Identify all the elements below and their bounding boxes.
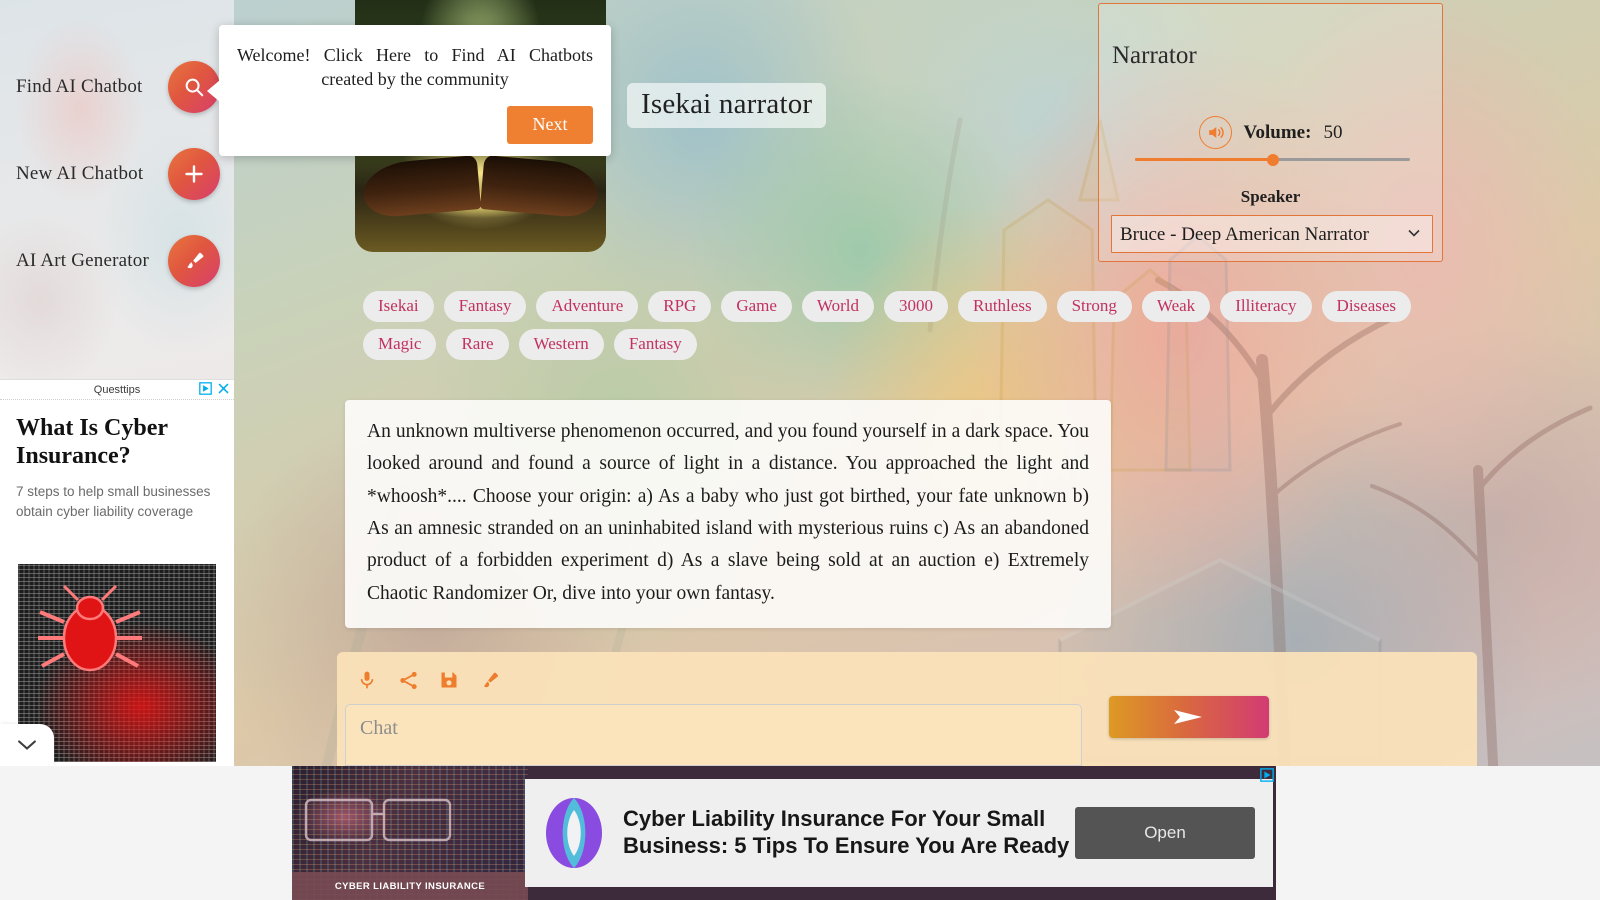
bottom-ad-strip: CYBER LIABILITY INSURANCE Cyber Liabilit…: [0, 766, 1600, 900]
volume-row: Volume: 50: [1099, 116, 1442, 149]
bottom-ad-image-caption: CYBER LIABILITY INSURANCE: [292, 872, 528, 900]
tag[interactable]: Game: [721, 291, 792, 322]
close-icon[interactable]: [217, 382, 230, 400]
sidebar-advertisement[interactable]: Questtips What Is Cyber Insurance? 7 ste…: [0, 379, 234, 766]
volume-slider[interactable]: [1135, 154, 1410, 166]
sidebar-item-label: New AI Chatbot: [16, 163, 144, 184]
tag[interactable]: Illiteracy: [1220, 291, 1312, 322]
sidebar-ad-brand: Questtips: [93, 383, 141, 396]
sidebar-item-ai-art-generator[interactable]: AI Art Generator: [0, 230, 234, 292]
tag[interactable]: Strong: [1056, 291, 1132, 322]
chevron-down-icon: [18, 740, 36, 750]
bottom-ad-card: Cyber Liability Insurance For Your Small…: [525, 779, 1273, 887]
tooltip-next-button[interactable]: Next: [507, 105, 593, 144]
paintbrush-icon[interactable]: [168, 235, 220, 287]
sidebar-item-new-ai-chatbot[interactable]: New AI Chatbot: [0, 143, 234, 205]
bottom-ad-image: CYBER LIABILITY INSURANCE: [292, 766, 528, 900]
slider-fill: [1135, 158, 1273, 161]
send-button[interactable]: [1109, 696, 1269, 738]
sidebar-item-label: AI Art Generator: [16, 250, 149, 271]
welcome-tooltip: Welcome! Click Here to Find AI Chatbots …: [207, 25, 611, 156]
microphone-icon[interactable]: [355, 668, 379, 692]
speaker-select[interactable]: Bruce - Deep American Narrator: [1111, 215, 1433, 253]
paintbrush-icon[interactable]: [478, 668, 502, 692]
book-page-right: [479, 155, 601, 219]
tooltip-text: Welcome! Click Here to Find AI Chatbots …: [237, 45, 593, 90]
slider-thumb[interactable]: [1266, 154, 1279, 166]
volume-label: Volume:: [1243, 121, 1312, 143]
sidebar-ad-header: Questtips: [0, 380, 234, 400]
advertiser-logo: [543, 796, 605, 870]
speaker-volume-icon[interactable]: [1198, 116, 1232, 149]
tag[interactable]: Western: [518, 329, 604, 360]
bottom-advertisement[interactable]: CYBER LIABILITY INSURANCE Cyber Liabilit…: [292, 766, 1276, 900]
sidebar-ad-title: What Is Cyber Insurance?: [16, 415, 168, 470]
character-tag-list: Isekai Fantasy Adventure RPG Game World …: [363, 291, 1418, 360]
tag[interactable]: Ruthless: [958, 291, 1047, 322]
narrator-panel: Narrator Volume: 50 Speaker Bruce - Deep…: [1098, 3, 1443, 262]
save-icon[interactable]: [437, 668, 461, 692]
sidebar-ad-collapse-button[interactable]: [0, 724, 54, 766]
tag[interactable]: Fantasy: [443, 291, 527, 322]
share-icon[interactable]: [396, 668, 420, 692]
composer-toolbar: [337, 652, 1477, 692]
tag[interactable]: Magic: [363, 329, 437, 360]
tag[interactable]: Isekai: [363, 291, 434, 322]
story-message-panel: An unknown multiverse phenomenon occurre…: [345, 400, 1111, 629]
narrator-title: Narrator: [1112, 42, 1197, 69]
tag[interactable]: Weak: [1141, 291, 1211, 322]
tag[interactable]: RPG: [648, 291, 712, 322]
tag[interactable]: Rare: [446, 329, 509, 360]
tag[interactable]: Adventure: [536, 291, 639, 322]
bottom-ad-open-button[interactable]: Open: [1075, 807, 1255, 859]
adchoices-icon[interactable]: [199, 382, 212, 400]
volume-value: 50: [1323, 121, 1343, 143]
tag[interactable]: Diseases: [1321, 291, 1412, 322]
tag[interactable]: Fantasy: [613, 329, 697, 360]
tag[interactable]: 3000: [884, 291, 948, 322]
book-page-left: [360, 155, 482, 219]
tag[interactable]: World: [801, 291, 874, 322]
chat-composer: [337, 652, 1477, 766]
speaker-label: Speaker: [1240, 187, 1301, 206]
send-icon: [1174, 710, 1202, 724]
story-message-text: An unknown multiverse phenomenon occurre…: [367, 421, 1089, 604]
sidebar-item-label: Find AI Chatbot: [16, 76, 143, 97]
plus-icon[interactable]: [168, 148, 220, 200]
page-title: Isekai narrator: [627, 83, 827, 128]
sidebar-item-find-ai-chatbot[interactable]: Find AI Chatbot: [0, 56, 234, 118]
tooltip-arrow: [207, 80, 220, 102]
chat-input[interactable]: [345, 704, 1082, 766]
bottom-ad-headline: Cyber Liability Insurance For Your Small…: [623, 806, 1070, 858]
left-sidebar: Find AI Chatbot New AI Chatbot AI Art Ge…: [0, 0, 234, 766]
adchoices-icon[interactable]: [1260, 768, 1274, 782]
ad-controls[interactable]: [199, 382, 230, 400]
sidebar-ad-subtitle: 7 steps to help small businesses obtain …: [16, 484, 211, 520]
